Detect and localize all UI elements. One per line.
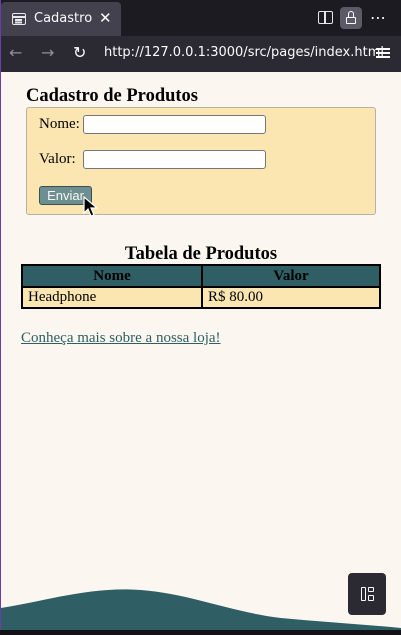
browser-tab[interactable]: Cadastro ✕ — [1, 2, 121, 36]
menu-icon[interactable] — [376, 48, 390, 59]
navigation-bar: ← → ↻ http://127.0.0.1:3000/src/pages/in… — [0, 36, 401, 72]
lock-body — [346, 17, 356, 24]
page-icon — [12, 13, 26, 25]
valor-label: Valor: — [39, 151, 76, 167]
window-edge — [0, 0, 1, 635]
table-header-row: Nome Valor — [21, 264, 381, 288]
header-nome: Nome — [21, 264, 203, 288]
table-title: Tabela de Produtos — [124, 244, 278, 264]
reload-icon[interactable]: ↻ — [73, 43, 86, 62]
forward-icon[interactable]: → — [41, 43, 54, 62]
layout-icon — [361, 587, 374, 601]
nome-label: Nome: — [39, 116, 80, 132]
back-icon[interactable]: ← — [9, 43, 22, 62]
tab-title: Cadastro — [34, 11, 93, 26]
window-bottom-edge — [0, 630, 401, 635]
header-valor: Valor — [201, 264, 381, 288]
lock-icon[interactable] — [340, 7, 362, 29]
page-content: Cadastro de Produtos Nome: Valor: Enviar… — [1, 72, 401, 630]
sidebar-icon[interactable] — [318, 11, 333, 24]
nome-input[interactable] — [83, 115, 266, 134]
cell-valor: R$ 80.00 — [201, 286, 381, 309]
mouse-cursor-icon — [83, 196, 99, 217]
product-form: Nome: Valor: Enviar — [26, 107, 376, 215]
url-bar[interactable]: http://127.0.0.1:3000/src/pages/index.ht… — [104, 45, 384, 60]
valor-input[interactable] — [83, 150, 266, 169]
tab-strip: Cadastro ✕ ⋯ — [0, 0, 401, 36]
store-info-link[interactable]: Conheça mais sobre a nossa loja! — [21, 330, 221, 347]
page-tools-button[interactable] — [348, 573, 386, 615]
decorative-wave — [1, 589, 401, 630]
table-row: Headphone R$ 80.00 — [21, 286, 381, 309]
more-icon[interactable]: ⋯ — [370, 8, 386, 27]
form-title: Cadastro de Produtos — [26, 86, 199, 106]
products-table: Nome Valor Headphone R$ 80.00 — [21, 264, 381, 309]
cell-nome: Headphone — [21, 286, 203, 309]
close-tab-icon[interactable]: ✕ — [99, 10, 112, 26]
